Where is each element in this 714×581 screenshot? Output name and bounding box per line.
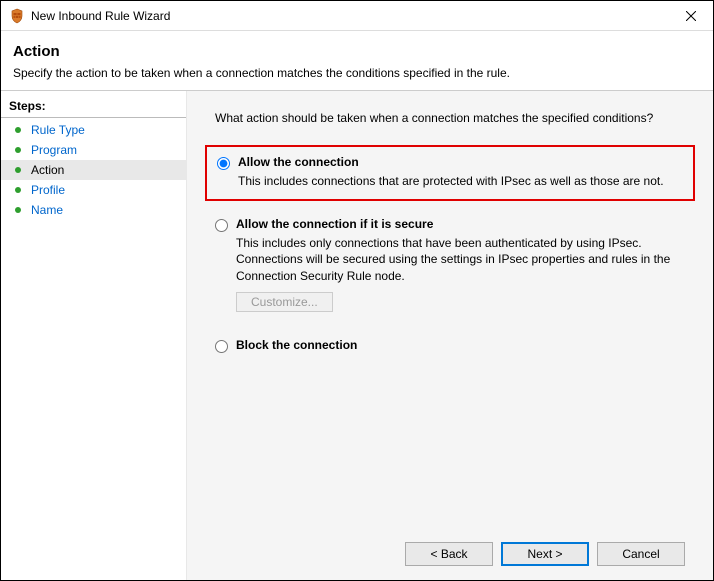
option-allow-row[interactable]: Allow the connection bbox=[217, 155, 681, 170]
radio-allow-secure[interactable] bbox=[215, 219, 228, 232]
step-name[interactable]: Name bbox=[1, 200, 186, 220]
radio-allow[interactable] bbox=[217, 157, 230, 170]
step-rule-type[interactable]: Rule Type bbox=[1, 120, 186, 140]
customize-button: Customize... bbox=[236, 292, 333, 312]
firewall-icon bbox=[9, 8, 25, 24]
radio-block[interactable] bbox=[215, 340, 228, 353]
option-block-label: Block the connection bbox=[236, 338, 357, 352]
option-allow-desc: This includes connections that are prote… bbox=[238, 173, 681, 189]
option-allow-secure-label: Allow the connection if it is secure bbox=[236, 217, 433, 231]
close-button[interactable] bbox=[668, 1, 713, 30]
option-allow: Allow the connection This includes conne… bbox=[205, 145, 695, 201]
step-label: Name bbox=[31, 203, 63, 217]
sidebar: Steps: Rule Type Program Action Profile … bbox=[1, 91, 187, 580]
step-label: Action bbox=[31, 163, 64, 177]
steps-title: Steps: bbox=[1, 97, 186, 118]
footer: < Back Next > Cancel bbox=[205, 530, 695, 580]
options: Allow the connection This includes conne… bbox=[205, 145, 695, 530]
titlebar: New Inbound Rule Wizard bbox=[1, 1, 713, 31]
step-label: Rule Type bbox=[31, 123, 85, 137]
option-allow-secure-row[interactable]: Allow the connection if it is secure bbox=[215, 217, 683, 232]
option-allow-secure-desc: This includes only connections that have… bbox=[236, 235, 683, 284]
option-allow-secure: Allow the connection if it is secure Thi… bbox=[205, 209, 695, 322]
header: Action Specify the action to be taken wh… bbox=[1, 31, 713, 90]
page-subtitle: Specify the action to be taken when a co… bbox=[13, 66, 701, 80]
question-text: What action should be taken when a conne… bbox=[215, 111, 695, 125]
option-allow-label: Allow the connection bbox=[238, 155, 359, 169]
back-button[interactable]: < Back bbox=[405, 542, 493, 566]
page-title: Action bbox=[13, 43, 701, 60]
step-label: Profile bbox=[31, 183, 65, 197]
option-block-row[interactable]: Block the connection bbox=[215, 338, 683, 353]
window-title: New Inbound Rule Wizard bbox=[31, 9, 668, 23]
option-block: Block the connection bbox=[205, 330, 695, 363]
bullet-icon bbox=[15, 207, 21, 213]
bullet-icon bbox=[15, 127, 21, 133]
bullet-icon bbox=[15, 187, 21, 193]
step-label: Program bbox=[31, 143, 77, 157]
cancel-button[interactable]: Cancel bbox=[597, 542, 685, 566]
body: Steps: Rule Type Program Action Profile … bbox=[1, 90, 713, 580]
step-profile[interactable]: Profile bbox=[1, 180, 186, 200]
bullet-icon bbox=[15, 167, 21, 173]
close-icon bbox=[686, 11, 696, 21]
step-program[interactable]: Program bbox=[1, 140, 186, 160]
step-action[interactable]: Action bbox=[1, 160, 186, 180]
next-button[interactable]: Next > bbox=[501, 542, 589, 566]
bullet-icon bbox=[15, 147, 21, 153]
main-panel: What action should be taken when a conne… bbox=[187, 91, 713, 580]
